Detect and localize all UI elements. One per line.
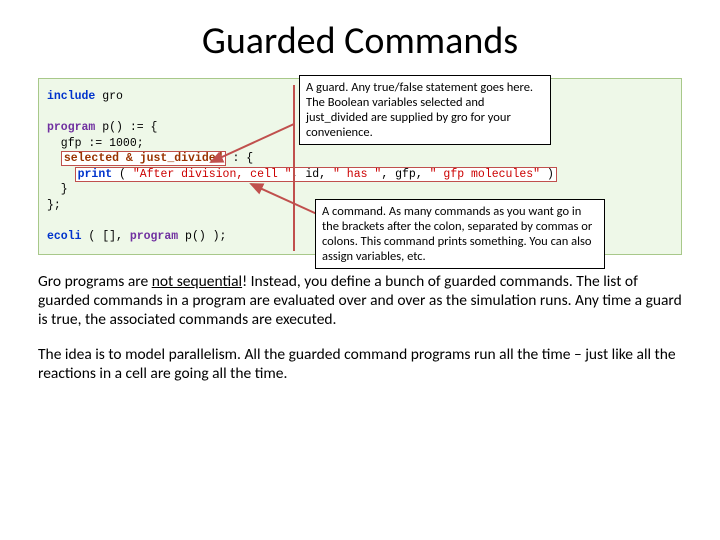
callout-command: A command. As many commands as you want … xyxy=(315,199,605,269)
underlined-phrase: not sequential xyxy=(152,272,242,291)
command-highlight: print ( "After division, cell ", id, " h… xyxy=(75,167,557,182)
code-line: } xyxy=(47,182,673,198)
code-line: selected & just_divided : { xyxy=(47,151,673,167)
callout-guard: A guard. Any true/false statement goes h… xyxy=(299,75,551,145)
page-title: Guarded Commands xyxy=(38,18,682,64)
code-line: print ( "After division, cell ", id, " h… xyxy=(47,167,673,183)
guard-highlight: selected & just_divided xyxy=(61,151,226,166)
code-block: A guard. Any true/false statement goes h… xyxy=(38,78,682,255)
body-paragraph-1: Gro programs are not sequential! Instead… xyxy=(38,273,682,330)
body-paragraph-2: The idea is to model parallelism. All th… xyxy=(38,346,682,384)
